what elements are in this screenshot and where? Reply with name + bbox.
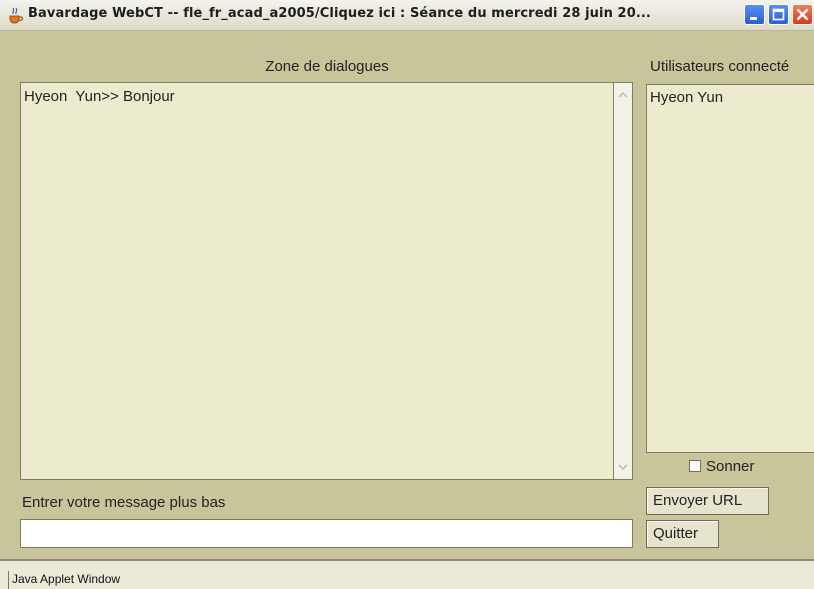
connected-users-list[interactable]: Hyeon Yun [646, 84, 814, 453]
dialog-zone-label: Zone de dialogues [265, 58, 389, 75]
close-icon [796, 8, 809, 21]
connected-users-label: Utilisateurs connecté [650, 58, 790, 75]
minimize-button[interactable] [744, 4, 765, 25]
maximize-icon [772, 8, 785, 21]
sonner-checkbox[interactable] [689, 460, 701, 472]
scroll-down-icon[interactable] [615, 459, 631, 475]
maximize-button[interactable] [768, 4, 789, 25]
send-url-button[interactable]: Envoyer URL [646, 487, 769, 515]
minimize-icon [750, 17, 757, 20]
message-input[interactable] [20, 519, 633, 548]
status-bar: Java Applet Window [0, 559, 814, 589]
message-prompt-label: Entrer votre message plus bas [22, 494, 226, 511]
title-bar[interactable]: Bavardage WebCT -- fle_fr_acad_a2005/Cli… [0, 0, 814, 31]
java-cup-icon [9, 7, 24, 24]
list-item[interactable]: Hyeon Yun [650, 89, 723, 106]
applet-window: Bavardage WebCT -- fle_fr_acad_a2005/Cli… [0, 0, 814, 589]
status-divider [8, 571, 9, 589]
dialog-area[interactable]: Hyeon Yun>> Bonjour [20, 82, 614, 480]
close-button[interactable] [792, 4, 813, 25]
dialog-scrollbar[interactable] [613, 82, 633, 480]
quit-button[interactable]: Quitter [646, 520, 719, 548]
status-text: Java Applet Window [12, 572, 121, 586]
scroll-up-icon[interactable] [615, 87, 631, 103]
sonner-label: Sonner [706, 458, 755, 475]
chat-message: Hyeon Yun>> Bonjour [24, 88, 175, 105]
window-title: Bavardage WebCT -- fle_fr_acad_a2005/Cli… [28, 6, 651, 21]
